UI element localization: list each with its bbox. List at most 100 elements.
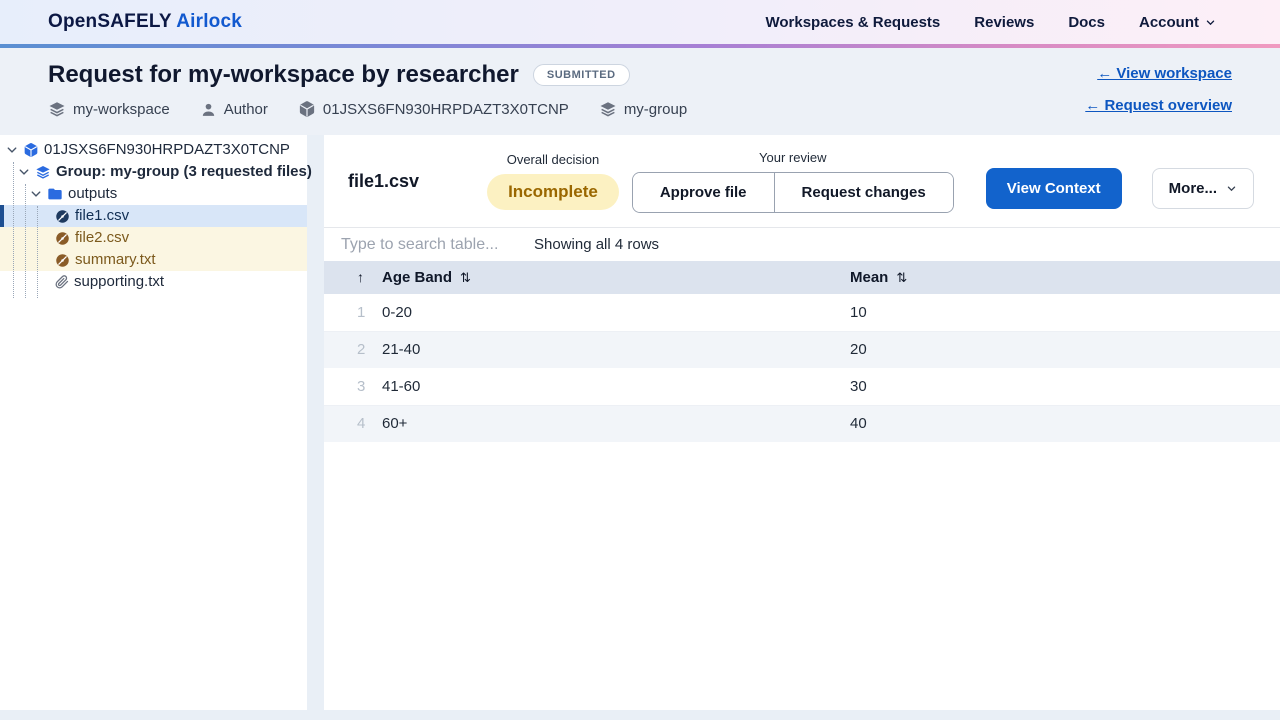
meta-workspace-label: my-workspace [73,101,170,118]
row-index: 2 [324,331,382,368]
nav-item-docs[interactable]: Docs [1068,14,1105,31]
row-index: 1 [324,294,382,331]
nav-items: Workspaces & Requests Reviews Docs Accou… [765,14,1216,31]
folder-icon [47,186,63,202]
nav-item-reviews[interactable]: Reviews [974,14,1034,31]
your-review-block: Your review Approve file Request changes [632,150,954,213]
chart-file-icon [55,231,70,246]
tree-item-summary[interactable]: summary.txt [0,249,307,271]
tree-guide-line [13,162,14,298]
tree-guide-line [25,184,26,298]
top-nav: OpenSAFELY Airlock Workspaces & Requests… [0,0,1280,44]
tree-file-label: file1.csv [75,205,129,227]
decision-badge: Incomplete [487,174,619,210]
view-workspace-link[interactable]: ← View workspace [1097,65,1232,82]
sort-ascending-icon: ↑ [357,269,364,285]
brand-product: Airlock [176,11,242,32]
meta-group: my-group [599,100,687,118]
header-links: ← View workspace ← Request overview [1085,65,1232,114]
cube-icon [298,100,316,118]
tree-item-supporting[interactable]: supporting.txt [0,271,307,293]
column-header-age-band[interactable]: Age Band⇅ [382,261,850,294]
overall-decision-block: Overall decision Incomplete [487,152,619,210]
approve-file-button[interactable]: Approve file [633,173,774,212]
cell-age-band: 41-60 [382,368,850,405]
tree-item-file1[interactable]: file1.csv [0,205,307,227]
tree-group-label: Group: my-group (3 requested files) [56,161,312,183]
file-title: file1.csv [348,171,419,192]
file-review-panel: file1.csv Overall decision Incomplete Yo… [324,135,1280,710]
table-row: 3 41-60 30 [324,368,1280,405]
page-title: Request for my-workspace by researcher [48,61,519,89]
sort-icon: ⇅ [460,270,471,285]
cell-mean: 20 [850,331,1280,368]
more-button[interactable]: More... [1152,168,1254,209]
overall-decision-label: Overall decision [507,152,600,167]
search-input[interactable] [341,236,534,254]
review-button-group: Approve file Request changes [632,172,954,213]
tree-file-label: file2.csv [75,227,129,249]
request-meta: my-workspace Author 01JSXS6FN930HRPDAZT3… [48,100,1232,118]
tree-guide-line [37,206,38,298]
tree-file-label: summary.txt [75,249,156,271]
cell-age-band: 21-40 [382,331,850,368]
request-changes-button[interactable]: Request changes [774,173,953,212]
meta-author: Author [200,101,268,118]
table-header-row: ↑ Age Band⇅ Mean⇅ [324,261,1280,294]
cell-age-band: 60+ [382,405,850,442]
column-header-index[interactable]: ↑ [324,261,382,294]
cell-mean: 40 [850,405,1280,442]
tree-item-outputs-folder[interactable]: outputs [0,183,307,205]
nav-item-account[interactable]: Account [1139,14,1216,31]
tree-root-label: 01JSXS6FN930HRPDAZT3X0TCNP [44,139,290,161]
paperclip-icon [55,275,69,289]
brand-logo[interactable]: OpenSAFELY Airlock [48,11,242,33]
request-header: Request for my-workspace by researcher S… [0,48,1280,135]
chevron-down-icon [1205,17,1216,28]
meta-request-id: 01JSXS6FN930HRPDAZT3X0TCNP [298,100,569,118]
column-header-mean[interactable]: Mean⇅ [850,261,1280,294]
meta-author-label: Author [224,101,268,118]
cell-mean: 10 [850,294,1280,331]
sort-icon: ⇅ [896,270,907,285]
tree-file-label: supporting.txt [74,271,164,293]
chevron-down-icon [1226,183,1237,194]
tree-item-file2[interactable]: file2.csv [0,227,307,249]
cell-mean: 30 [850,368,1280,405]
page-body: 01JSXS6FN930HRPDAZT3X0TCNP Group: my-gro… [0,135,1280,710]
file-header: file1.csv Overall decision Incomplete Yo… [324,135,1280,228]
more-button-label: More... [1169,180,1217,197]
table-row: 4 60+ 40 [324,405,1280,442]
nav-account-label: Account [1139,14,1199,31]
chevron-down-icon [6,144,18,156]
cube-icon [23,142,39,158]
data-table: ↑ Age Band⇅ Mean⇅ 1 0-20 10 2 21-40 20 3 [324,261,1280,442]
row-count-text: Showing all 4 rows [534,236,659,253]
layers-icon [35,164,51,180]
meta-workspace: my-workspace [48,100,170,118]
chevron-down-icon [30,188,42,200]
tree-folder-label: outputs [68,183,117,205]
cell-age-band: 0-20 [382,294,850,331]
file-tree-sidebar: 01JSXS6FN930HRPDAZT3X0TCNP Group: my-gro… [0,135,307,710]
chart-file-icon [55,209,70,224]
user-icon [200,101,217,118]
meta-group-label: my-group [624,101,687,118]
table-row: 2 21-40 20 [324,331,1280,368]
request-overview-link[interactable]: ← Request overview [1085,97,1232,114]
view-context-button[interactable]: View Context [986,168,1122,209]
tree-item-group[interactable]: Group: my-group (3 requested files) [0,161,307,183]
status-badge: SUBMITTED [533,64,630,86]
your-review-label: Your review [759,150,826,165]
tree-item-request-root[interactable]: 01JSXS6FN930HRPDAZT3X0TCNP [0,139,307,161]
row-index: 3 [324,368,382,405]
table-toolbar: Showing all 4 rows [324,228,1280,261]
layers-icon [599,100,617,118]
chevron-down-icon [18,166,30,178]
meta-request-id-label: 01JSXS6FN930HRPDAZT3X0TCNP [323,101,569,118]
table-row: 1 0-20 10 [324,294,1280,331]
brand-name: OpenSAFELY [48,11,171,32]
row-index: 4 [324,405,382,442]
layers-icon [48,100,66,118]
nav-item-workspaces[interactable]: Workspaces & Requests [765,14,940,31]
